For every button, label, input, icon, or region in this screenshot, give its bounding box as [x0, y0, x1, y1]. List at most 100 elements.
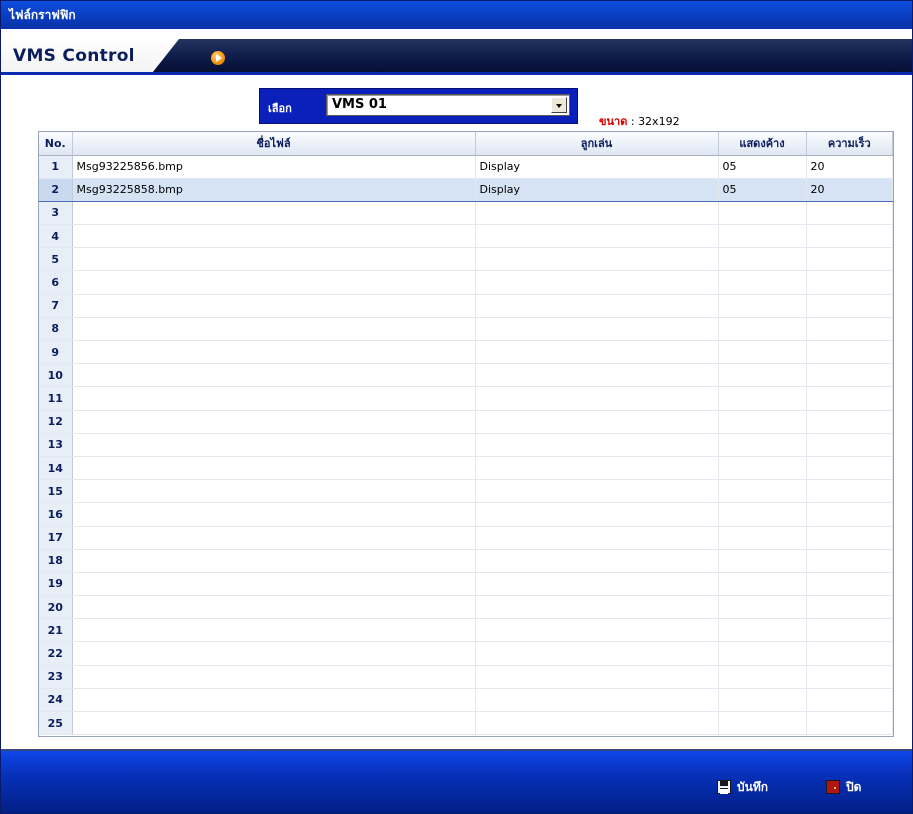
cell-speed[interactable] [806, 526, 893, 550]
column-header-no[interactable]: No. [39, 132, 73, 156]
cell-speed[interactable] [806, 294, 893, 318]
column-header-speed[interactable]: ความเร็ว [806, 132, 893, 156]
cell-speed[interactable] [806, 317, 893, 342]
cell-speed[interactable] [806, 641, 893, 666]
cell-speed[interactable] [806, 270, 893, 295]
cell-speed[interactable] [806, 502, 893, 527]
cell-speed[interactable] [806, 688, 893, 713]
cell-effect[interactable] [475, 479, 719, 504]
cell-effect[interactable] [475, 433, 719, 457]
cell-file[interactable] [72, 247, 476, 272]
table-row[interactable]: 8 [39, 317, 893, 342]
row-number[interactable]: 10 [39, 363, 73, 388]
cell-hold[interactable] [718, 711, 807, 736]
table-row[interactable]: 3 [39, 201, 893, 226]
cell-hold[interactable] [718, 201, 807, 226]
cell-effect[interactable] [475, 526, 719, 550]
play-circle-icon[interactable] [211, 51, 225, 65]
cell-effect[interactable] [475, 201, 719, 226]
cell-effect[interactable] [475, 711, 719, 736]
cell-file[interactable] [72, 201, 476, 226]
cell-hold[interactable] [718, 247, 807, 272]
cell-effect[interactable] [475, 294, 719, 318]
row-number[interactable]: 1 [39, 155, 73, 179]
table-row[interactable]: 10 [39, 363, 893, 388]
cell-speed[interactable] [806, 711, 893, 736]
cell-speed[interactable] [806, 479, 893, 504]
cell-hold[interactable] [718, 340, 807, 365]
row-number[interactable]: 7 [39, 294, 73, 318]
cell-file[interactable] [72, 433, 476, 457]
cell-effect[interactable] [475, 456, 719, 481]
column-header-file[interactable]: ชื่อไฟล์ [72, 132, 476, 156]
cell-effect[interactable] [475, 386, 719, 411]
row-number[interactable]: 22 [39, 641, 73, 666]
cell-effect[interactable] [475, 549, 719, 573]
row-number[interactable]: 6 [39, 270, 73, 295]
table-row[interactable]: 16 [39, 502, 893, 527]
cell-file[interactable] [72, 688, 476, 713]
cell-effect[interactable] [475, 502, 719, 527]
row-number[interactable]: 15 [39, 479, 73, 504]
table-row[interactable]: 21 [39, 618, 893, 643]
table-row[interactable]: 2 Msg93225858.bmp Display 05 20 [39, 177, 893, 202]
cell-file[interactable] [72, 317, 476, 342]
table-row[interactable]: 6 [39, 270, 893, 295]
cell-file[interactable] [72, 502, 476, 527]
cell-hold[interactable] [718, 317, 807, 342]
cell-hold[interactable] [718, 386, 807, 411]
table-row[interactable]: 4 [39, 224, 893, 249]
cell-effect[interactable] [475, 665, 719, 689]
cell-file[interactable] [72, 595, 476, 620]
cell-file[interactable] [72, 294, 476, 318]
cell-speed[interactable]: 20 [806, 177, 893, 202]
row-number[interactable]: 20 [39, 595, 73, 620]
row-number[interactable]: 3 [39, 201, 73, 226]
table-row[interactable]: 11 [39, 386, 893, 411]
cell-effect[interactable] [475, 688, 719, 713]
table-row[interactable]: 25 [39, 711, 893, 736]
cell-hold[interactable] [718, 224, 807, 249]
row-number[interactable]: 19 [39, 572, 73, 597]
cell-file[interactable]: Msg93225858.bmp [72, 177, 476, 202]
table-row[interactable]: 18 [39, 549, 893, 573]
table-row[interactable]: 7 [39, 294, 893, 318]
cell-file[interactable] [72, 270, 476, 295]
cell-hold[interactable] [718, 502, 807, 527]
cell-speed[interactable] [806, 572, 893, 597]
row-number[interactable]: 12 [39, 410, 73, 434]
row-number[interactable]: 23 [39, 665, 73, 689]
cell-effect[interactable] [475, 572, 719, 597]
cell-file[interactable] [72, 526, 476, 550]
cell-file[interactable] [72, 479, 476, 504]
row-number[interactable]: 17 [39, 526, 73, 550]
cell-hold[interactable]: 05 [718, 155, 807, 179]
table-row[interactable]: 1 Msg93225856.bmp Display 05 20 [39, 155, 893, 179]
table-row[interactable]: 15 [39, 479, 893, 504]
cell-hold[interactable] [718, 572, 807, 597]
cell-hold[interactable] [718, 618, 807, 643]
cell-file[interactable] [72, 711, 476, 736]
cell-effect[interactable] [475, 595, 719, 620]
cell-speed[interactable] [806, 340, 893, 365]
row-number[interactable]: 14 [39, 456, 73, 481]
table-row[interactable]: 17 [39, 526, 893, 550]
cell-speed[interactable] [806, 363, 893, 388]
cell-file[interactable] [72, 641, 476, 666]
cell-hold[interactable] [718, 410, 807, 434]
cell-effect[interactable] [475, 363, 719, 388]
dropdown-arrow-icon[interactable] [551, 97, 567, 113]
cell-effect[interactable] [475, 340, 719, 365]
cell-file[interactable] [72, 618, 476, 643]
cell-file[interactable]: Msg93225856.bmp [72, 155, 476, 179]
cell-file[interactable] [72, 572, 476, 597]
cell-effect[interactable] [475, 224, 719, 249]
cell-file[interactable] [72, 665, 476, 689]
table-row[interactable]: 9 [39, 340, 893, 365]
vms-select[interactable]: VMS 01 [326, 94, 570, 116]
cell-hold[interactable] [718, 641, 807, 666]
row-number[interactable]: 2 [39, 177, 73, 202]
cell-speed[interactable]: 20 [806, 155, 893, 179]
table-row[interactable]: 19 [39, 572, 893, 597]
cell-speed[interactable] [806, 618, 893, 643]
